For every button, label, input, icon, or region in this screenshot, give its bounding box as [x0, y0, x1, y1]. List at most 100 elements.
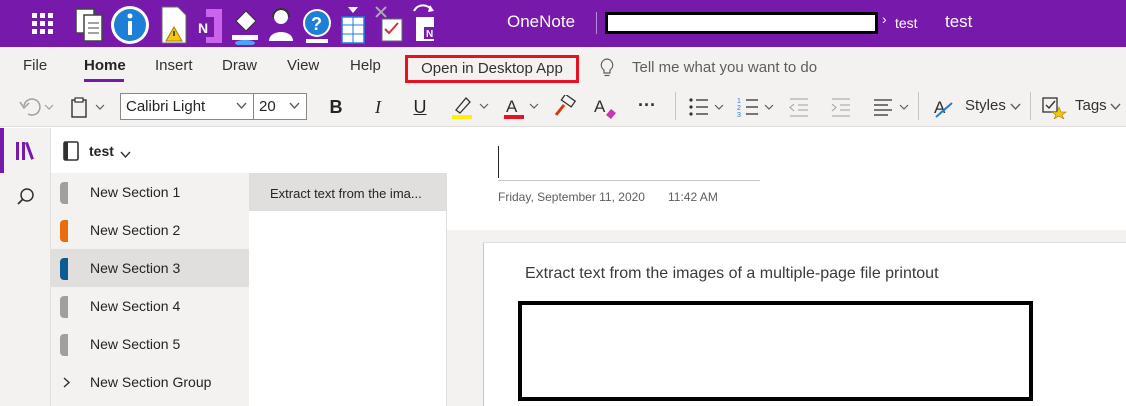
page-item-selected[interactable]: Extract text from the ima...	[249, 173, 446, 211]
section-label: New Section 5	[90, 336, 181, 352]
svg-text:?: ?	[311, 14, 322, 34]
highlight-button[interactable]	[448, 94, 492, 120]
clear-formatting-icon: A	[594, 97, 616, 119]
numbered-list-icon: 1 2 3	[737, 98, 774, 119]
app-launcher-icon[interactable]	[28, 10, 56, 38]
format-painter-button[interactable]	[552, 94, 578, 120]
note-body-text[interactable]: Extract text from the images of a multip…	[525, 265, 939, 283]
section-group-item[interactable]: New Section Group	[51, 363, 249, 401]
font-size-value: 20	[259, 98, 276, 115]
section-item[interactable]: New Section 5	[51, 325, 249, 363]
toolbar-divider	[918, 92, 919, 120]
increase-indent-button[interactable]	[828, 94, 854, 120]
open-in-desktop-app-button[interactable]: Open in Desktop App	[405, 55, 579, 83]
page-label: Extract text from the ima...	[270, 186, 422, 201]
svg-text:N: N	[198, 20, 208, 36]
quick-access-toolbar: N ? N	[72, 2, 442, 46]
navigation-rail	[0, 128, 51, 406]
page-time: 11:42 AM	[668, 190, 718, 204]
paste-button[interactable]	[68, 94, 108, 120]
chevron-down-icon[interactable]	[120, 146, 131, 159]
page-list: Extract text from the ima...	[249, 173, 447, 406]
info-icon[interactable]	[108, 3, 154, 45]
font-name-dropdown[interactable]: Calibri Light	[120, 93, 254, 120]
breadcrumb-notebook[interactable]: test	[895, 15, 918, 31]
chevron-right-icon	[63, 375, 71, 393]
svg-text:1: 1	[737, 98, 741, 105]
help-icon[interactable]: ?	[300, 3, 334, 45]
format-painter-icon	[554, 95, 577, 116]
numbering-button[interactable]: 1 2 3	[736, 94, 776, 120]
checklist-icon[interactable]	[372, 3, 406, 45]
support-agent-icon[interactable]	[264, 3, 298, 45]
decrease-indent-button[interactable]	[786, 94, 812, 120]
title-divider	[596, 12, 597, 34]
undo-icon	[19, 98, 54, 116]
svg-text:N: N	[426, 29, 433, 40]
section-label: New Section 2	[90, 222, 181, 238]
svg-text:A: A	[506, 97, 518, 116]
section-list: New Section 1 New Section 2 New Section …	[51, 173, 249, 406]
align-left-icon	[874, 99, 909, 116]
section-tab-icon	[60, 258, 68, 280]
table-insert-icon[interactable]	[336, 3, 370, 45]
tab-help[interactable]: Help	[350, 57, 381, 74]
section-item[interactable]: New Section 1	[51, 173, 249, 211]
lightbulb-icon	[600, 58, 614, 78]
note-container-handle[interactable]	[483, 233, 1126, 243]
tags-button[interactable]: Tags	[1075, 97, 1107, 114]
chevron-down-icon	[236, 101, 247, 113]
bold-button[interactable]: B	[324, 94, 348, 120]
tab-view[interactable]: View	[287, 57, 319, 74]
clipboard-icon	[71, 97, 105, 118]
undo-button[interactable]	[18, 94, 54, 120]
tab-insert[interactable]: Insert	[155, 57, 193, 74]
paragraph-alignment-button[interactable]	[870, 94, 912, 120]
chevron-down-icon[interactable]	[1107, 94, 1123, 120]
active-tab-indicator	[84, 79, 124, 82]
onenote-icon[interactable]: N	[192, 3, 226, 45]
tab-file[interactable]: File	[23, 57, 47, 74]
chevron-down-icon[interactable]	[1007, 94, 1023, 120]
redacted-image	[518, 301, 1033, 401]
more-options-button[interactable]: ···	[634, 92, 660, 118]
ribbon-tabs: File Home Insert Draw View Help Open in …	[0, 47, 1126, 87]
document-warning-icon[interactable]	[156, 3, 190, 45]
section-label: New Section Group	[90, 374, 212, 390]
redacted-title	[605, 12, 878, 34]
increase-indent-icon	[831, 98, 850, 117]
bullets-button[interactable]	[686, 94, 726, 120]
font-name-value: Calibri Light	[126, 98, 206, 115]
section-label: New Section 3	[90, 260, 181, 276]
svg-text:2: 2	[737, 105, 741, 112]
section-item[interactable]: New Section 2	[51, 211, 249, 249]
page-title-area[interactable]	[447, 128, 1126, 230]
svg-text:A: A	[594, 97, 606, 116]
section-tab-icon	[60, 296, 68, 318]
font-size-dropdown[interactable]: 20	[253, 93, 307, 120]
clear-formatting-button[interactable]: A	[592, 94, 618, 120]
font-color-button[interactable]: A	[502, 94, 542, 120]
tab-home[interactable]: Home	[84, 57, 126, 74]
section-item-selected[interactable]: New Section 3	[51, 249, 249, 287]
section-item[interactable]: New Section 4	[51, 287, 249, 325]
search-icon[interactable]	[15, 186, 37, 208]
highlighter-icon	[452, 97, 489, 119]
notebook-name[interactable]: test	[89, 143, 114, 159]
section-tab-icon	[60, 182, 68, 204]
tab-draw[interactable]: Draw	[222, 57, 257, 74]
chevron-down-icon	[289, 101, 300, 113]
styles-button[interactable]: Styles	[965, 97, 1006, 114]
sync-onenote-icon[interactable]: N	[408, 3, 442, 45]
app-name[interactable]: OneNote	[507, 12, 575, 32]
paint-bucket-icon[interactable]	[228, 3, 262, 46]
italic-button[interactable]: I	[366, 94, 390, 120]
underline-button[interactable]: U	[408, 94, 432, 120]
toolbar-divider	[1030, 92, 1031, 120]
breadcrumb-page[interactable]: test	[945, 12, 972, 32]
notebooks-icon[interactable]	[14, 140, 38, 162]
file-copy-icon[interactable]	[72, 3, 106, 45]
notebook-icon	[62, 141, 80, 161]
tell-me-search[interactable]: Tell me what you want to do	[632, 59, 817, 76]
tags-icon	[1040, 94, 1068, 120]
